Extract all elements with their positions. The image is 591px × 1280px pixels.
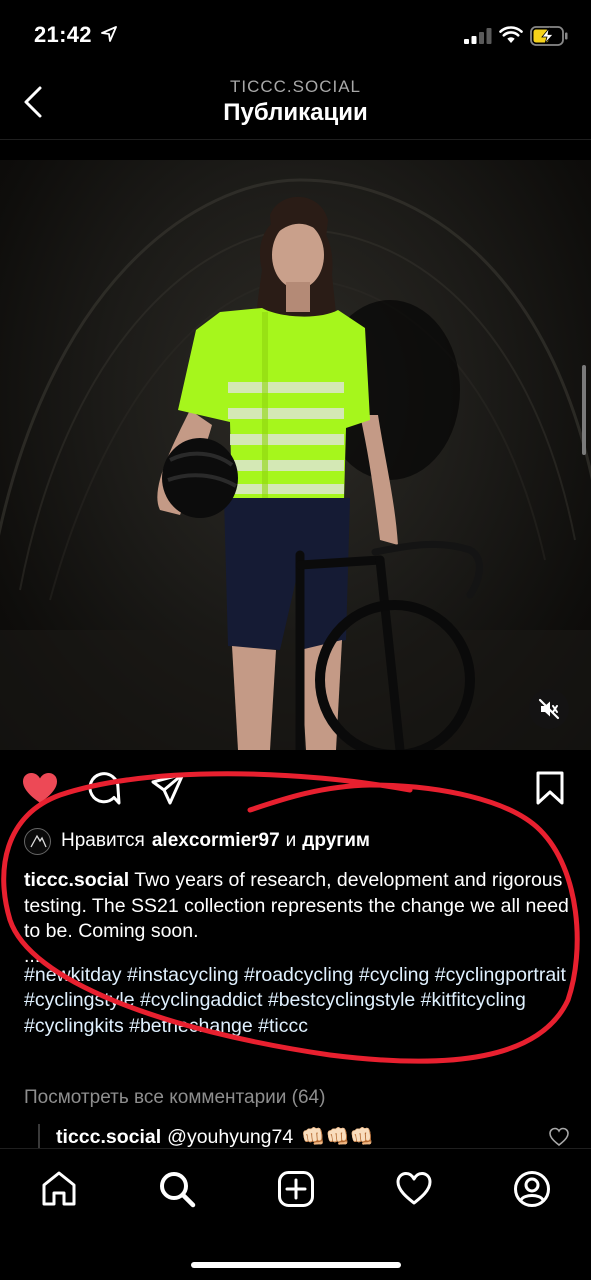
profile-icon: [514, 1171, 550, 1207]
home-icon: [42, 1171, 76, 1206]
wifi-icon: [499, 26, 523, 43]
share-button[interactable]: [148, 768, 188, 808]
heart-filled-icon: [23, 773, 57, 803]
caption-username[interactable]: ticcc.social: [24, 869, 129, 891]
post-caption: ticcc.social Two years of research, deve…: [24, 868, 569, 1039]
likes-user[interactable]: alexcormier97: [152, 830, 280, 852]
tab-new-post[interactable]: [274, 1167, 318, 1211]
save-button[interactable]: [530, 768, 570, 808]
home-indicator: [191, 1262, 401, 1268]
likes-summary[interactable]: Нравится alexcormier97 и другим: [24, 826, 370, 856]
avatar: [24, 827, 51, 855]
post-video[interactable]: [0, 160, 591, 750]
comment-like-icon[interactable]: [548, 1126, 570, 1148]
battery-charging-icon: [530, 26, 568, 46]
mountain-logo-icon: [29, 834, 47, 848]
tab-activity[interactable]: [392, 1167, 436, 1211]
view-all-comments-link[interactable]: Посмотреть все комментарии (64): [24, 1087, 325, 1109]
likes-and: и: [285, 830, 297, 851]
tab-home[interactable]: [37, 1167, 81, 1211]
comment-button[interactable]: [84, 768, 124, 808]
page-title: Публикации: [223, 99, 368, 126]
mute-icon: [538, 698, 560, 720]
bookmark-icon: [536, 771, 564, 805]
comment-icon: [88, 772, 121, 805]
likes-prefix: Нравится: [61, 830, 145, 851]
location-arrow-icon: [101, 26, 117, 42]
status-bar: 21:42: [0, 0, 591, 70]
tab-profile[interactable]: [510, 1167, 554, 1211]
activity-heart-icon: [396, 1172, 432, 1205]
status-time: 21:42: [34, 22, 92, 47]
share-icon: [151, 772, 185, 805]
caption-hashtags[interactable]: #newkitday #instacycling #roadcycling #c…: [24, 963, 569, 1040]
comment-text: @youhyung74: [167, 1125, 294, 1148]
scroll-indicator[interactable]: [582, 365, 586, 455]
caption-dots: ...: [24, 944, 41, 967]
top-navigation-header: TICCC.SOCIAL Публикации: [0, 70, 591, 140]
search-icon: [160, 1172, 196, 1208]
tab-search[interactable]: [155, 1167, 199, 1211]
post-actions: [0, 760, 591, 816]
comment-emoji: 👊🏻👊🏻👊🏻: [301, 1126, 375, 1148]
comment-username[interactable]: ticcc.social: [56, 1126, 161, 1149]
mute-button[interactable]: [529, 689, 569, 729]
add-post-icon: [278, 1171, 314, 1207]
like-button[interactable]: [20, 768, 60, 808]
header-account-name: TICCC.SOCIAL: [229, 77, 362, 96]
video-frame-illustration: [0, 178, 591, 750]
likes-others[interactable]: другим: [302, 830, 370, 852]
bottom-tab-bar: [0, 1148, 591, 1280]
signal-icon: [464, 28, 492, 44]
comment-thread-line: [38, 1124, 40, 1150]
